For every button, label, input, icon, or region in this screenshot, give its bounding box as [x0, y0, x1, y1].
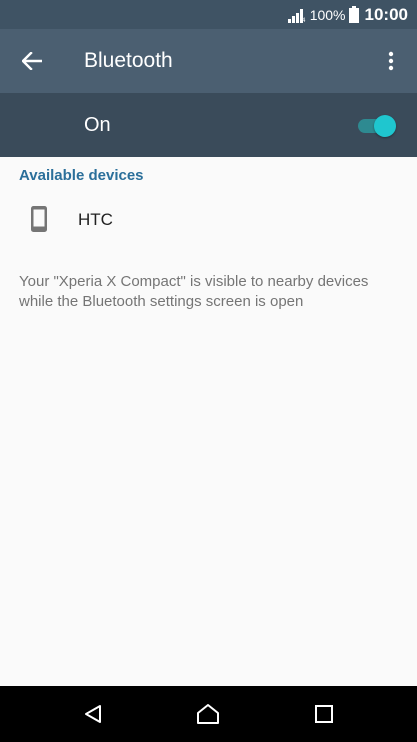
- nav-home-button[interactable]: [193, 700, 223, 728]
- toggle-thumb: [374, 115, 396, 137]
- phone-icon: [31, 206, 47, 232]
- device-list-item[interactable]: HTC: [0, 194, 417, 244]
- switch-label: On: [84, 114, 111, 136]
- battery-percent: 100%: [309, 6, 346, 23]
- device-name: HTC: [78, 210, 113, 229]
- battery-icon: [348, 6, 359, 23]
- nav-recents-icon: [315, 705, 333, 723]
- navigation-bar: [0, 686, 417, 742]
- more-vertical-icon: [388, 51, 394, 71]
- nav-back-button[interactable]: [78, 700, 108, 728]
- bluetooth-master-switch-bar[interactable]: On: [0, 93, 417, 157]
- status-indicators: 4 100% 10:00: [287, 0, 408, 29]
- nav-back-icon: [85, 705, 101, 723]
- svg-text:4: 4: [302, 18, 306, 23]
- more-options-button[interactable]: [375, 43, 407, 79]
- signal-icon: 4: [287, 8, 306, 23]
- nav-recents-button[interactable]: [309, 700, 339, 728]
- bluetooth-settings-screen: 4 100% 10:00 Bluetooth On Available devi…: [0, 0, 417, 742]
- app-bar: Bluetooth: [0, 29, 417, 93]
- available-devices-header: Available devices: [19, 167, 144, 184]
- visibility-note: Your "Xperia X Compact" is visible to ne…: [19, 273, 369, 310]
- bluetooth-toggle[interactable]: [356, 114, 396, 138]
- status-bar: 4 100% 10:00: [0, 0, 417, 29]
- clock: 10:00: [364, 4, 408, 24]
- back-button[interactable]: [14, 43, 50, 79]
- nav-home-icon: [197, 704, 219, 724]
- arrow-back-icon: [22, 52, 42, 70]
- page-title: Bluetooth: [84, 49, 173, 72]
